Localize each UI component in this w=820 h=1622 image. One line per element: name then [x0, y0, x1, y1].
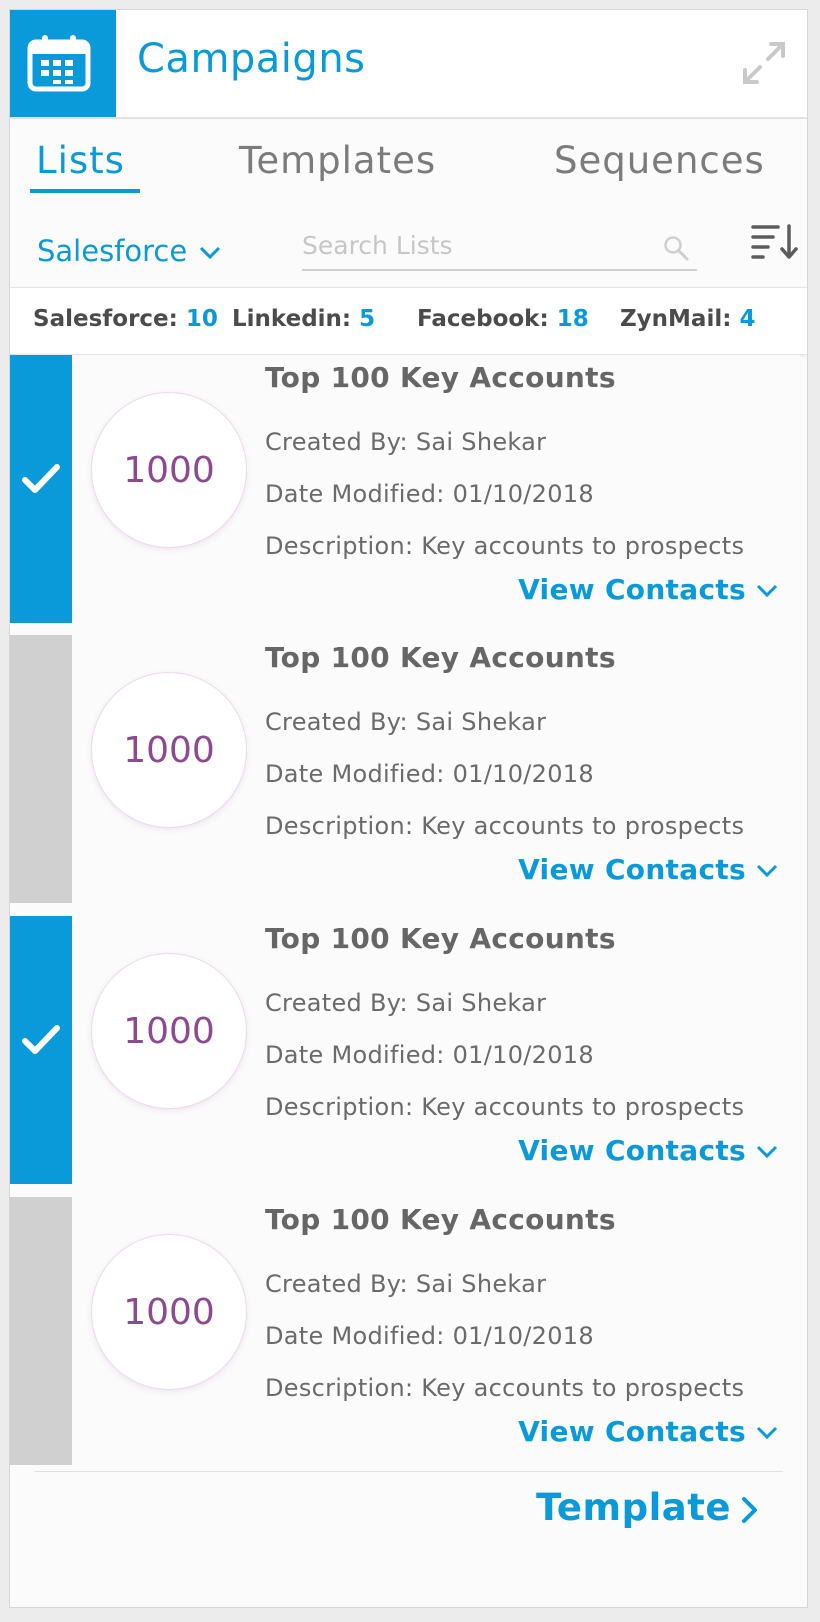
view-contacts-button[interactable]: View Contacts [518, 853, 778, 886]
count-zynmail: ZynMail: 4 [620, 306, 756, 332]
chevron-down-icon [756, 864, 778, 878]
description: Description: Key accounts to prospects [265, 1374, 745, 1402]
list-title: Top 100 Key Accounts [265, 641, 616, 674]
search-box [302, 225, 697, 271]
tab-lists[interactable]: Lists [36, 139, 125, 182]
count-facebook: Facebook: 18 [417, 306, 589, 332]
search-icon[interactable] [663, 235, 689, 261]
created-by: Created By: Sai Shekar [265, 708, 547, 736]
tab-templates[interactable]: Templates [239, 139, 436, 182]
view-contacts-button[interactable]: View Contacts [518, 1134, 778, 1167]
list-item[interactable]: 1000 Top 100 Key Accounts Created By: Sa… [10, 916, 800, 1184]
chevron-down-icon [756, 1426, 778, 1440]
select-checkbox[interactable] [10, 635, 72, 903]
panel-header: Campaigns [10, 10, 807, 119]
created-by: Created By: Sai Shekar [265, 1270, 547, 1298]
list-title: Top 100 Key Accounts [265, 1203, 616, 1236]
source-dropdown-label: Salesforce [37, 234, 188, 268]
chevron-right-icon [742, 1496, 757, 1523]
chevron-down-icon [756, 584, 778, 598]
checkmark-icon [22, 1025, 60, 1054]
created-by: Created By: Sai Shekar [265, 989, 547, 1017]
date-modified: Date Modified: 01/10/2018 [265, 480, 594, 508]
template-next-button[interactable]: Template [536, 1486, 759, 1529]
select-checkbox[interactable] [10, 916, 72, 1184]
checkmark-icon [22, 464, 60, 493]
app-logo [10, 10, 116, 117]
date-modified: Date Modified: 01/10/2018 [265, 760, 594, 788]
source-counts-bar: Salesforce: 10 Linkedin: 5 Facebook: 18 … [10, 287, 807, 355]
description: Description: Key accounts to prospects [265, 1093, 745, 1121]
filter-row: Salesforce [10, 209, 807, 285]
list-item[interactable]: 1000 Top 100 Key Accounts Created By: Sa… [10, 635, 800, 903]
source-dropdown[interactable]: Salesforce [37, 234, 221, 268]
view-contacts-button[interactable]: View Contacts [518, 1415, 778, 1448]
tab-bar: Lists Templates Sequences [10, 119, 807, 209]
list-title: Top 100 Key Accounts [265, 922, 616, 955]
app-title: Campaigns [137, 36, 366, 82]
list-item[interactable]: 1000 Top 100 Key Accounts Created By: Sa… [10, 355, 800, 623]
contact-count-circle: 1000 [91, 672, 247, 828]
footer-divider [34, 1471, 783, 1472]
view-contacts-button[interactable]: View Contacts [518, 573, 778, 606]
description: Description: Key accounts to prospects [265, 812, 745, 840]
calendar-icon [27, 35, 91, 92]
created-by: Created By: Sai Shekar [265, 428, 547, 456]
tab-sequences[interactable]: Sequences [554, 139, 765, 182]
contact-count-circle: 1000 [91, 1234, 247, 1390]
expand-icon[interactable] [741, 40, 787, 90]
campaigns-panel: Campaigns Lists Templates Sequences Sale… [9, 9, 808, 1608]
date-modified: Date Modified: 01/10/2018 [265, 1041, 594, 1069]
count-salesforce: Salesforce: 10 [33, 306, 218, 332]
select-checkbox[interactable] [10, 355, 72, 623]
active-tab-indicator [30, 189, 140, 193]
search-input[interactable] [302, 225, 642, 265]
count-linkedin: Linkedin: 5 [232, 306, 376, 332]
contact-count-circle: 1000 [91, 953, 247, 1109]
description: Description: Key accounts to prospects [265, 532, 745, 560]
date-modified: Date Modified: 01/10/2018 [265, 1322, 594, 1350]
select-checkbox[interactable] [10, 1197, 72, 1465]
chevron-down-icon [756, 1145, 778, 1159]
list-item[interactable]: 1000 Top 100 Key Accounts Created By: Sa… [10, 1197, 800, 1465]
contact-count-circle: 1000 [91, 392, 247, 548]
list-title: Top 100 Key Accounts [265, 361, 616, 394]
chevron-down-icon [200, 246, 221, 260]
sort-icon[interactable] [751, 223, 799, 261]
